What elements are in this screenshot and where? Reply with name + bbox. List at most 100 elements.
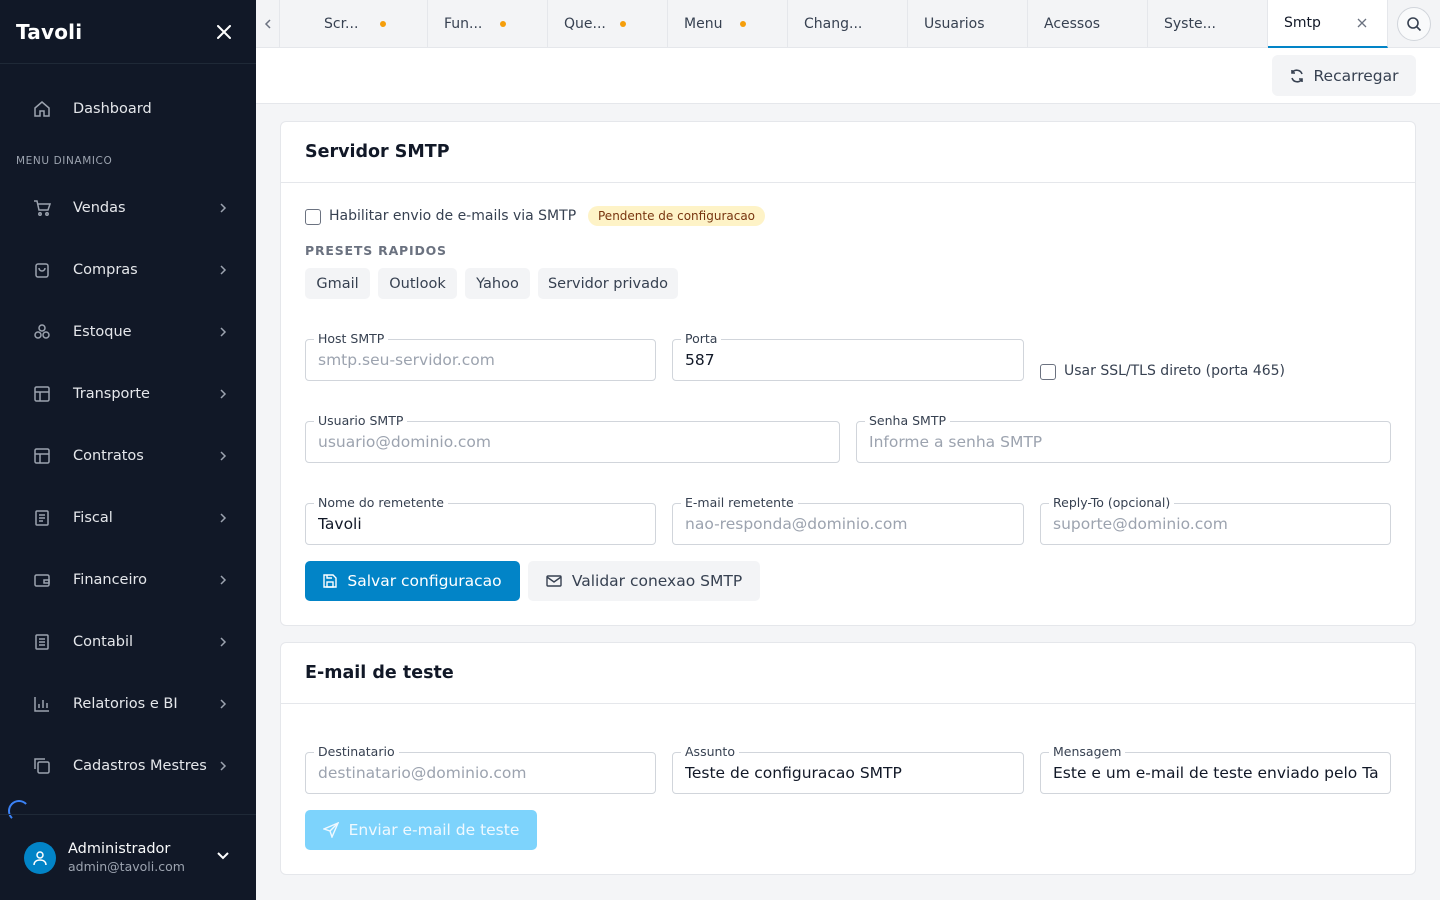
smtp-server-card: Servidor SMTP Habilitar envio de e-mails… [280,121,1416,626]
sidebar-item-estoque[interactable]: Estoque [0,310,256,354]
preset-private-server-button[interactable]: Servidor privado [538,268,678,299]
sidebar-item-label: Fiscal [73,510,113,526]
tabs-scroll-left-button[interactable] [256,0,280,48]
tab-system[interactable]: Syste... [1148,0,1268,48]
avatar [24,841,56,874]
tab-smtp[interactable]: Smtp [1268,0,1388,48]
page-toolbar: Recarregar [256,48,1440,104]
mail-icon [546,575,562,587]
validate-label: Validar conexao SMTP [571,572,743,590]
tab-queries[interactable]: Que... [548,0,668,48]
receipt-icon [32,508,52,528]
sidebar-item-compras[interactable]: Compras [0,248,256,292]
chevron-right-icon [220,451,227,461]
close-sidebar-icon[interactable] [216,24,232,40]
sidebar-item-transporte[interactable]: Transporte [0,372,256,416]
boxes-icon [32,322,52,342]
smtp-password-field[interactable]: Senha SMTP [856,413,1391,463]
smtp-port-input[interactable] [673,340,1023,380]
save-config-button[interactable]: Salvar configuracao [305,561,520,601]
sidebar: Tavoli Dashboard MENU DINAMICO Vendas Co… [0,0,256,900]
recipient-field[interactable]: Destinatario [305,744,656,794]
sidebar-item-label: Transporte [73,386,150,402]
sidebar-item-dashboard[interactable]: Dashboard [0,87,256,131]
tab-changelog[interactable]: Chang... [788,0,908,48]
sidebar-item-cadastros[interactable]: Cadastros Mestres [0,744,256,788]
sidebar-item-fiscal[interactable]: Fiscal [0,496,256,540]
brand-logo: Tavoli [16,19,83,44]
sender-email-field[interactable]: E-mail remetente [672,495,1024,545]
save-icon [323,574,338,588]
subject-field[interactable]: Assunto [672,744,1024,794]
sidebar-item-label: Dashboard [73,101,152,117]
tab-bar: Scr... Fun... Que... Menu Chang... Usuar… [256,0,1440,48]
copy-icon [32,756,52,776]
table-icon [32,446,52,466]
tab-usuarios[interactable]: Usuarios [908,0,1028,48]
field-label: Senha SMTP [865,413,950,429]
tab-label: Scr... [324,16,359,32]
smtp-port-field[interactable]: Porta [672,331,1024,381]
sender-name-field[interactable]: Nome do remetente [305,495,656,545]
status-badge: Pendente de configuracao [588,206,766,226]
tab-menu[interactable]: Menu [668,0,788,48]
tab-acessos[interactable]: Acessos [1028,0,1148,48]
send-test-email-button[interactable]: Enviar e-mail de teste [305,810,537,850]
chevron-right-icon [220,389,227,399]
sidebar-item-relatorios[interactable]: Relatorios e BI [0,682,256,726]
preset-yahoo-button[interactable]: Yahoo [465,268,530,299]
field-label: Mensagem [1049,744,1126,760]
chevron-down-icon[interactable] [216,851,230,861]
unsaved-dot [740,21,746,27]
chevron-left-icon [264,19,271,29]
unsaved-dot [620,21,626,27]
user-menu[interactable]: Administrador admin@tavoli.com [0,814,256,900]
sidebar-item-label: Contratos [73,448,144,464]
chevron-right-icon [220,327,227,337]
tab-funcoes[interactable]: Fun... [428,0,548,48]
tab-scripts[interactable]: Scr... [308,0,428,48]
ssl-tls-checkbox[interactable] [1040,364,1056,380]
chevron-right-icon [220,575,227,585]
home-icon [32,99,52,119]
sidebar-item-financeiro[interactable]: Financeiro [0,558,256,602]
enable-smtp-checkbox[interactable] [305,209,321,225]
user-email: admin@tavoli.com [68,859,185,874]
smtp-host-field[interactable]: Host SMTP [305,331,656,381]
field-label: Destinatario [314,744,399,760]
tab-label: Acessos [1044,16,1101,32]
chevron-right-icon [220,265,227,275]
send-icon [322,822,339,838]
chevron-right-icon [220,761,227,771]
reload-button[interactable]: Recarregar [1272,55,1416,96]
table-icon [32,384,52,404]
tab-label: Smtp [1284,15,1321,31]
reload-label: Recarregar [1313,66,1399,85]
preset-gmail-button[interactable]: Gmail [305,268,370,299]
preset-outlook-button[interactable]: Outlook [378,268,457,299]
chevron-right-icon [220,637,227,647]
sidebar-item-vendas[interactable]: Vendas [0,186,256,230]
unsaved-dot [380,21,386,27]
sidebar-item-contabil[interactable]: Contabil [0,620,256,664]
sidebar-item-label: Cadastros Mestres [73,758,207,774]
tab-label: Menu [684,16,723,32]
message-field[interactable]: Mensagem [1040,744,1391,794]
chevron-right-icon [220,699,227,709]
sidebar-item-label: Contabil [73,634,134,650]
smtp-user-field[interactable]: Usuario SMTP [305,413,840,463]
send-label: Enviar e-mail de teste [348,821,520,839]
ledger-icon [32,632,52,652]
enable-smtp-label: Habilitar envio de e-mails via SMTP [329,208,577,224]
sidebar-item-contratos[interactable]: Contratos [0,434,256,478]
validate-connection-button[interactable]: Validar conexao SMTP [528,561,760,601]
reply-to-field[interactable]: Reply-To (opcional) [1040,495,1391,545]
tab-search-button[interactable] [1388,0,1440,48]
tab-label: Fun... [444,16,483,32]
unsaved-dot [500,21,506,27]
sidebar-item-label: Relatorios e BI [73,696,178,712]
chevron-right-icon [220,513,227,523]
close-tab-icon[interactable] [1355,16,1369,30]
sidebar-header: Tavoli [0,0,256,64]
field-label: Usuario SMTP [314,413,408,429]
